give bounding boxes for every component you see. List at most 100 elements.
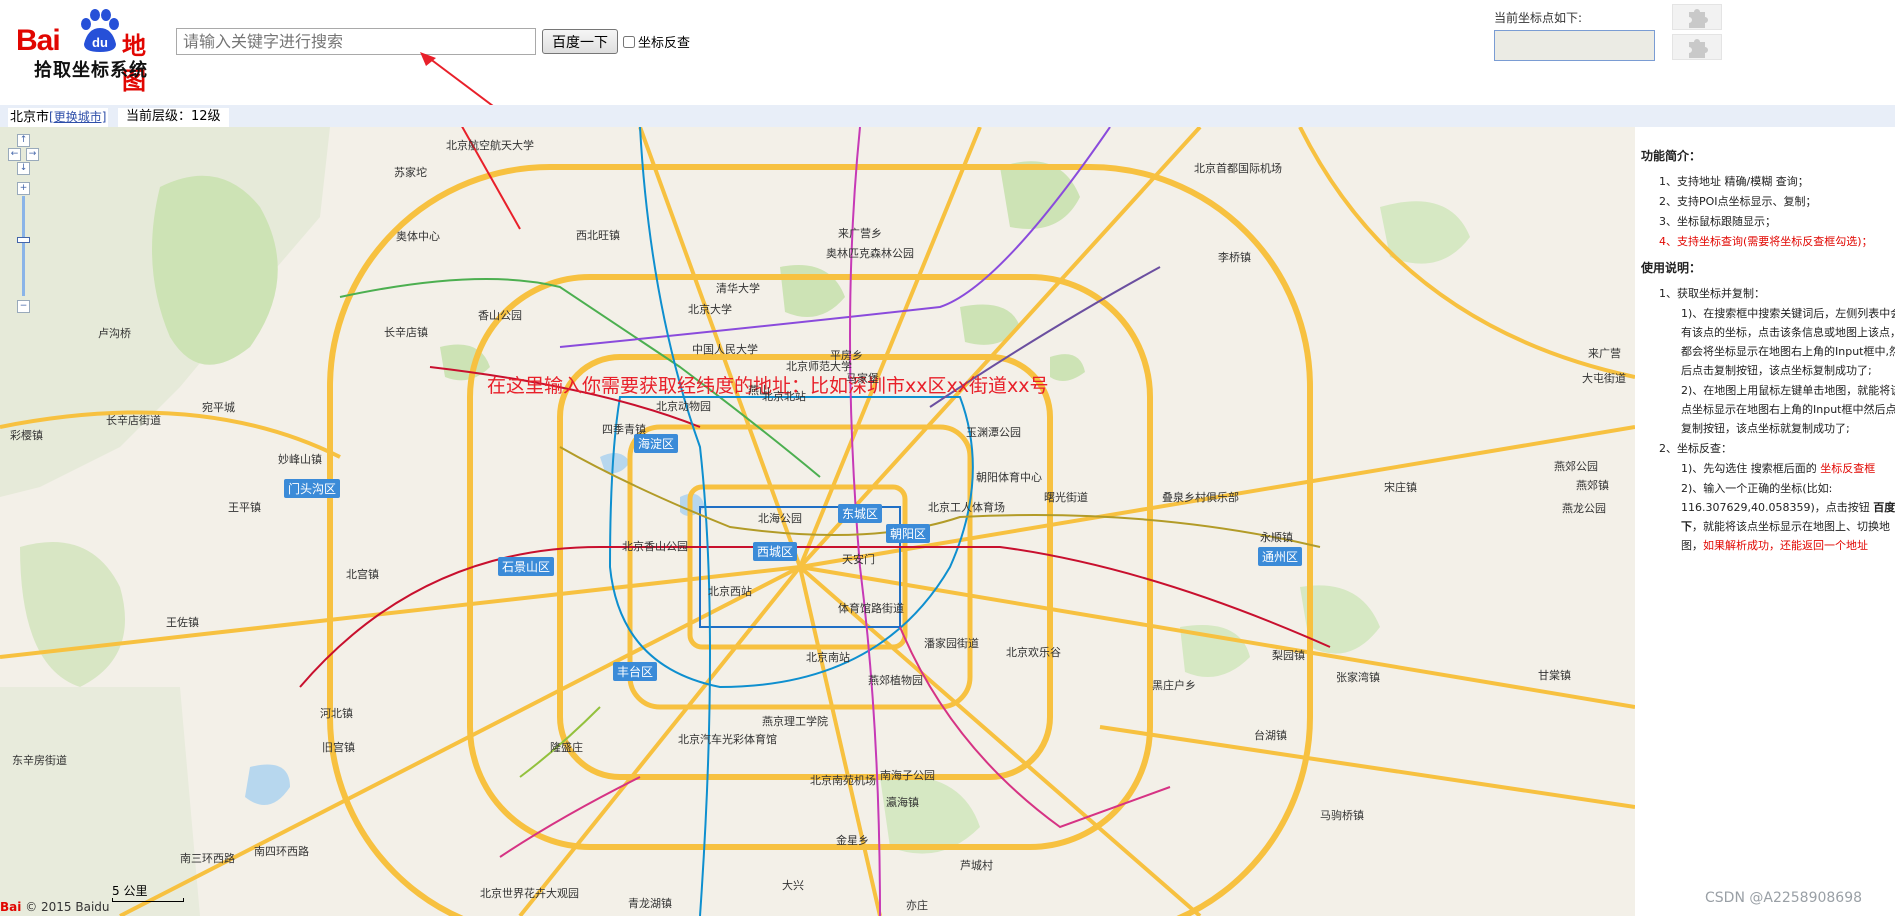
district-label: 石景山区 <box>498 557 555 576</box>
puzzle-icon <box>1689 9 1708 28</box>
map-place-label: 梨园镇 <box>1272 649 1305 662</box>
map-place-label: 奥体中心 <box>396 230 440 243</box>
zoom-slider-handle[interactable] <box>17 237 30 243</box>
map-place-label: 南四环西路 <box>254 845 309 858</box>
pan-left-button[interactable]: ← <box>8 148 21 161</box>
map-place-label: 苏家坨 <box>394 166 427 179</box>
map-scale: 5 公里 <box>112 882 184 902</box>
map-place-label: 北京首都国际机场 <box>1194 162 1282 175</box>
map-place-label: 北海公园 <box>758 512 802 525</box>
usage-2a-highlight: 坐标反查框 <box>1820 462 1876 475</box>
district-label: 朝阳区 <box>886 524 931 543</box>
map-place-label: 燕郊植物园 <box>868 674 923 687</box>
city-bar: 北京市[更换城市] 当前层级：12级 <box>0 105 1895 128</box>
copyright-text: © 2015 Baidu <box>25 900 110 914</box>
intro-list: 1、支持地址 精确/模糊 查询； 2、支持POI点坐标显示、复制； 3、坐标鼠标… <box>1641 172 1895 251</box>
map-place-label: 永顺镇 <box>1260 531 1293 544</box>
copy-plugin-button[interactable] <box>1672 4 1722 30</box>
map-place-label: 芦城村 <box>960 859 993 872</box>
usage-item-1-title: 1、获取坐标并复制： <box>1659 287 1765 300</box>
map-place-label: 瀛海镇 <box>886 796 919 809</box>
map-place-label: 天安门 <box>842 553 875 566</box>
map-place-label: 李桥镇 <box>1218 251 1251 264</box>
map-place-label: 来广营乡 <box>838 227 882 240</box>
map-place-label: 北宫镇 <box>346 568 379 581</box>
map-place-label: 马驹桥镇 <box>1320 809 1364 822</box>
map-place-label: 北京南站 <box>806 651 850 664</box>
paw-icon: du <box>81 9 119 52</box>
map-place-label: 王佐镇 <box>166 616 199 629</box>
coordinate-reverse-checkbox[interactable] <box>623 35 635 48</box>
map-place-label: 玉渊潭公园 <box>966 426 1021 439</box>
logo-bai-text: Bai <box>16 24 61 57</box>
info-sidebar: 功能简介： 1、支持地址 精确/模糊 查询； 2、支持POI点坐标显示、复制； … <box>1635 127 1895 916</box>
map-place-label: 妙峰山镇 <box>278 453 322 466</box>
usage-2a-text: 1)、先勾选住 搜索框后面的 <box>1681 462 1817 475</box>
map-place-label: 青龙湖镇 <box>628 897 672 910</box>
map-place-label: 北京香山公园 <box>622 540 688 553</box>
map-place-label: 长辛店街道 <box>106 414 161 427</box>
map-place-label: 卢沟桥 <box>98 327 131 340</box>
map-place-label: 彩樱镇 <box>10 429 43 442</box>
coordinate-reverse-toggle[interactable]: 坐标反查 <box>623 32 690 51</box>
map-place-label: 北京航空航天大学 <box>446 139 534 152</box>
map-place-label: 燕京理工学院 <box>762 715 828 728</box>
map-place-label: 燕郊镇 <box>1576 479 1609 492</box>
intro-item: 3、坐标鼠标跟随显示； <box>1659 215 1776 228</box>
map-place-label: 旧宫镇 <box>322 741 355 754</box>
map-place-label: 叠泉乡村俱乐部 <box>1162 491 1239 504</box>
zoom-slider-track[interactable] <box>22 196 25 296</box>
map-place-label: 宛平城 <box>202 401 235 414</box>
map-place-label: 大兴 <box>782 879 804 892</box>
change-city-link[interactable]: [更换城市] <box>49 110 106 124</box>
usage-2b-highlight: 如果解析成功，还能返回一个地址 <box>1703 539 1868 552</box>
map-place-label: 宋庄镇 <box>1384 481 1417 494</box>
map-place-label: 北京汽车光彩体育馆 <box>678 733 777 746</box>
puzzle-icon <box>1689 39 1708 58</box>
plugin-button[interactable] <box>1672 34 1722 60</box>
map-place-label: 马家堡 <box>846 372 879 385</box>
map-place-label: 河北镇 <box>320 707 353 720</box>
map-place-label: 曙光街道 <box>1044 491 1088 504</box>
header: Bai du 地图 拾取坐标系统 百度一下 坐标反查 当前坐标点如下: <box>0 0 1895 130</box>
map-canvas[interactable]: ↑ ← → ↓ + − 在这里输入你需要获取经纬度的地址：比如深圳市xx区xx街… <box>0 127 1635 916</box>
map-place-label: 四季青镇 <box>602 423 646 436</box>
intro-title: 功能简介： <box>1641 149 1702 163</box>
intro-item: 1、支持地址 精确/模糊 查询； <box>1659 175 1809 188</box>
map-place-label: 来广营 <box>1588 347 1621 360</box>
baidu-map-logo[interactable]: Bai du 地图 拾取坐标系统 <box>16 8 166 95</box>
map-place-label: 平房乡 <box>830 349 863 362</box>
map-place-label: 燕山 <box>748 384 770 397</box>
search-button[interactable]: 百度一下 <box>542 29 618 54</box>
pan-right-button[interactable]: → <box>26 148 39 161</box>
map-place-label: 大屯街道 <box>1582 372 1626 385</box>
usage-title: 使用说明： <box>1641 261 1702 275</box>
map-place-label: 北京动物园 <box>656 400 711 413</box>
map-base-layer <box>0 127 1635 916</box>
pan-up-button[interactable]: ↑ <box>17 134 30 147</box>
zoom-out-button[interactable]: − <box>17 300 30 313</box>
usage-list: 1、获取坐标并复制： 1)、在搜索框中搜索关键词后，左侧列表中会有该点的坐标，点… <box>1641 284 1895 555</box>
scale-bar <box>112 898 184 902</box>
coordinate-reverse-label: 坐标反查 <box>638 36 691 51</box>
map-copyright: Bai © 2015 Baidu <box>0 900 110 914</box>
map-place-label: 南海子公园 <box>880 769 935 782</box>
usage-2b-text: 2)、输入一个正确的坐标(比如: 116.307629,40.058359)，点… <box>1681 482 1870 514</box>
usage-item-1b: 2)、在地图上用鼠标左键单击地图，就能将该点坐标显示在地图右上角的Input框中… <box>1681 384 1895 435</box>
usage-item-2-title: 2、坐标反查： <box>1659 442 1732 455</box>
map-place-label: 长辛店镇 <box>384 326 428 339</box>
pan-down-button[interactable]: ↓ <box>17 162 30 175</box>
usage-item-2a: 1)、先勾选住 搜索框后面的 坐标反查框 <box>1659 459 1895 478</box>
map-place-label: 清华大学 <box>716 282 760 295</box>
usage-item-2b: 2)、输入一个正确的坐标(比如: 116.307629,40.058359)，点… <box>1659 479 1895 555</box>
current-coord-field[interactable] <box>1494 30 1655 61</box>
district-label: 通州区 <box>1258 547 1303 566</box>
city-name: 北京市 <box>10 110 50 125</box>
map-place-label: 北京工人体育场 <box>928 501 1005 514</box>
zoom-in-button[interactable]: + <box>17 182 30 195</box>
district-label: 西城区 <box>753 542 798 561</box>
logo-subtitle: 拾取坐标系统 <box>34 60 148 81</box>
map-navigation-control[interactable]: ↑ ← → ↓ + − <box>8 134 40 364</box>
map-place-label: 黑庄户乡 <box>1152 679 1196 692</box>
logo-paw-text: du <box>92 35 108 50</box>
